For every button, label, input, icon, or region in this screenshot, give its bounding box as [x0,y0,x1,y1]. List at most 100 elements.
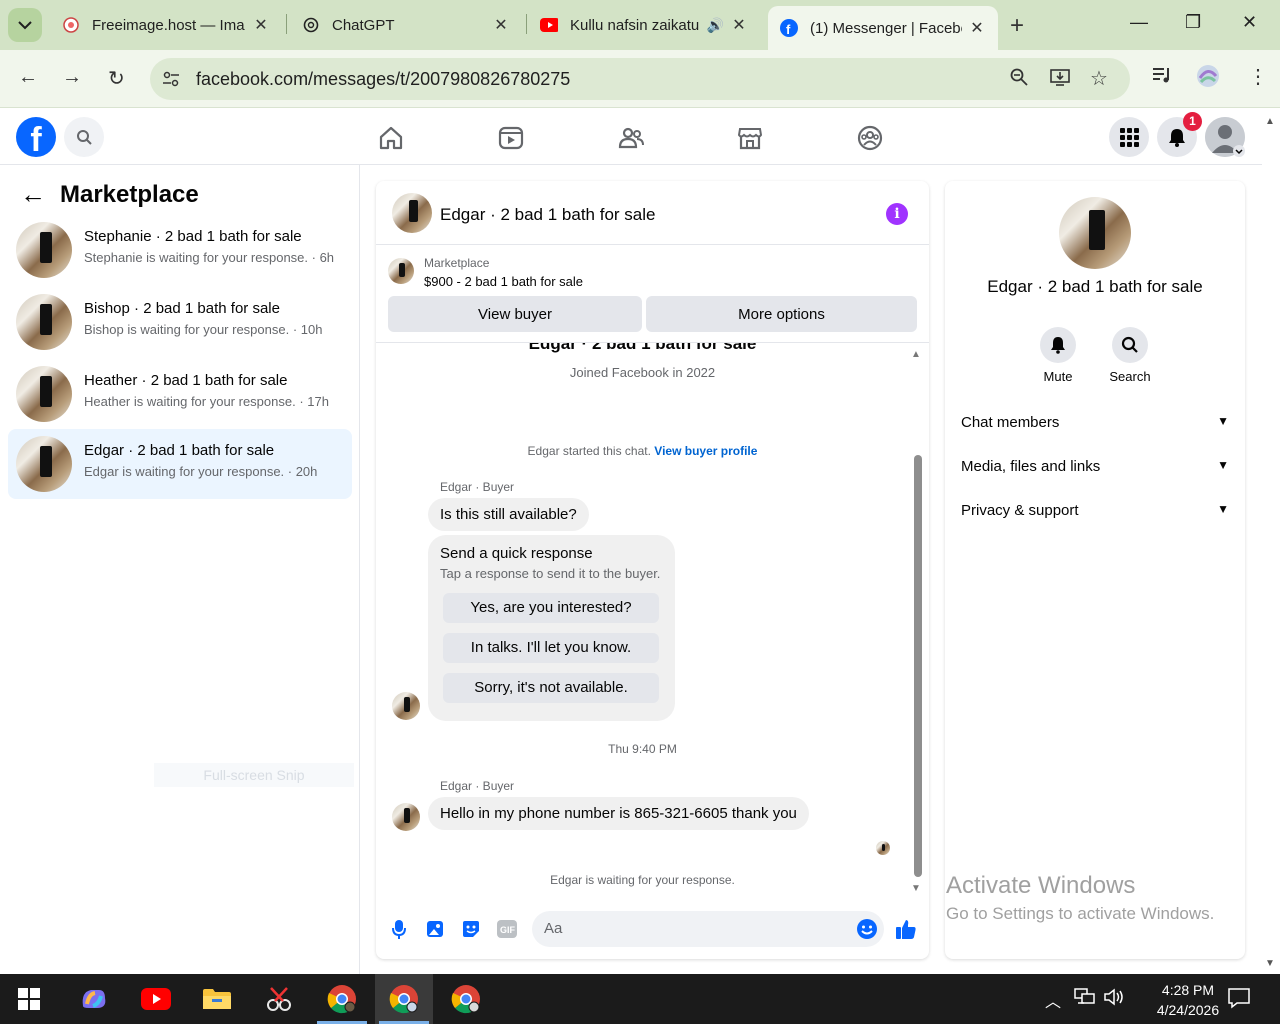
mute-action[interactable]: Mute [1028,327,1088,384]
speaker-icon[interactable]: 🔊 [707,17,724,34]
marketplace-icon[interactable] [737,125,763,151]
info-icon[interactable]: i [886,203,908,225]
view-buyer-profile-link[interactable]: View buyer profile [654,444,757,458]
activate-windows-watermark: Activate Windows Go to Settings to activ… [946,872,1214,924]
restore-icon[interactable]: ❐ [1185,12,1201,33]
privacy-support-row[interactable]: Privacy & support ▼ [961,502,1229,526]
svg-text:GIF: GIF [500,925,516,935]
emoji-icon[interactable] [856,918,878,945]
media-files-links-row[interactable]: Media, files and links ▼ [961,458,1229,482]
tab-freeimage[interactable]: Freeimage.host — Ima ✕ [50,6,282,44]
page-scroll-up-arrow[interactable]: ▲ [1265,116,1275,127]
gif-icon[interactable]: GIF [496,918,518,940]
facebook-search-button[interactable] [64,117,104,157]
zoom-icon[interactable] [1010,68,1028,91]
conversation-item[interactable]: Heather · 2 bad 1 bath for sale Heather … [8,359,352,429]
view-buyer-button[interactable]: View buyer [388,296,642,332]
windows-taskbar: ︿ 4:28 PM 4/24/2026 [0,974,1280,1024]
file-explorer-app[interactable] [188,974,246,1024]
more-options-button[interactable]: More options [646,296,917,332]
listing-price[interactable]: $900 - 2 bad 1 bath for sale [424,274,583,289]
search-icon [1112,327,1148,363]
page-scroll-down-arrow[interactable]: ▼ [1265,958,1275,969]
close-tab-icon[interactable]: ✕ [492,15,510,35]
snipping-tool-app[interactable] [250,974,308,1024]
youtube-app[interactable] [127,974,185,1024]
tab-search-button[interactable] [8,8,42,42]
sender-avatar[interactable] [392,803,420,831]
address-bar[interactable]: facebook.com/messages/t/2007980826780275… [150,58,1130,100]
chat-avatar[interactable] [392,193,432,233]
groups-icon[interactable] [857,125,883,151]
new-tab-button[interactable]: + [1010,12,1024,40]
joined-info: Joined Facebook in 2022 [569,365,716,380]
scroll-up-arrow[interactable]: ▲ [911,349,921,360]
close-tab-icon[interactable]: ✕ [968,18,986,38]
chat-title[interactable]: Edgar · 2 bad 1 bath for sale [440,205,655,225]
menu-button[interactable] [1109,117,1149,157]
conversation-item-selected[interactable]: Edgar · 2 bad 1 bath for sale Edgar is w… [8,429,352,499]
back-arrow-icon[interactable]: ← [18,66,38,89]
facebook-header: f [0,109,1262,165]
tab-youtube[interactable]: Kullu nafsin zaikatu 🔊 ✕ [528,6,760,44]
conversation-item[interactable]: Stephanie · 2 bad 1 bath for sale Stepha… [8,215,352,285]
browser-menu-icon[interactable]: ⋮ [1248,64,1268,89]
start-button[interactable] [0,974,58,1024]
tab-messenger[interactable]: f (1) Messenger | Facebo ✕ [768,6,998,50]
minimize-icon[interactable]: — [1130,12,1148,33]
conversation-name: Stephanie · 2 bad 1 bath for sale [84,228,302,245]
listing-thumbnail[interactable] [388,258,414,284]
quick-response-button[interactable]: Sorry, it's not available. [443,673,659,703]
conversation-item[interactable]: Bishop · 2 bad 1 bath for sale Bishop is… [8,287,352,357]
media-controls-icon[interactable] [1152,66,1172,89]
listing-avatar-large[interactable] [1059,197,1131,269]
bookmark-star-icon[interactable]: ☆ [1090,66,1108,91]
tab-chatgpt[interactable]: ChatGPT ✕ [290,6,522,44]
watermark-line-1: Activate Windows [946,872,1136,899]
profile-avatar-icon[interactable] [1196,64,1220,93]
message-input[interactable]: Aa [532,911,884,947]
search-action[interactable]: Search [1100,327,1160,384]
sender-avatar[interactable] [392,692,420,720]
quick-response-button[interactable]: Yes, are you interested? [443,593,659,623]
video-icon[interactable] [498,125,524,151]
svg-text:f: f [786,22,791,37]
photo-icon[interactable] [424,918,446,940]
install-app-icon[interactable] [1050,68,1070,91]
forward-arrow-icon[interactable]: → [62,66,82,89]
panel-title: Marketplace [60,180,199,208]
copilot-app[interactable] [65,974,123,1024]
scroll-down-arrow[interactable]: ▼ [911,883,921,894]
thumbs-up-icon[interactable] [895,918,917,940]
quick-response-title: Send a quick response [440,545,593,562]
network-icon[interactable] [1074,988,1096,1011]
quick-response-button[interactable]: In talks. I'll let you know. [443,633,659,663]
chrome-icon [389,985,418,1014]
reload-icon[interactable]: ↻ [108,66,125,91]
browser-tabstrip: Freeimage.host — Ima ✕ ChatGPT ✕ Kullu n… [0,0,1280,50]
conversation-info-panel: Edgar · 2 bad 1 bath for sale Mute Searc… [945,181,1245,959]
notification-center-icon[interactable] [1228,987,1250,1014]
site-settings-icon[interactable] [162,70,180,88]
sticker-icon[interactable] [460,918,482,940]
volume-icon[interactable] [1104,988,1126,1011]
chat-members-row[interactable]: Chat members ▼ [961,414,1229,438]
back-arrow-icon[interactable]: ← [20,179,46,210]
account-button[interactable] [1205,117,1245,157]
close-window-icon[interactable]: ✕ [1242,12,1257,33]
home-icon[interactable] [378,125,404,151]
chrome-app-2[interactable] [437,974,495,1024]
mute-label: Mute [1043,369,1073,384]
scrollbar-thumb[interactable] [914,455,922,877]
snip-tooltip-ghost: Full-screen Snip [154,763,354,787]
close-tab-icon[interactable]: ✕ [730,15,748,35]
friends-icon[interactable] [618,125,644,151]
chrome-app[interactable] [313,974,371,1024]
chevron-up-icon[interactable]: ︿ [1045,988,1061,1012]
chrome-icon [327,985,356,1014]
microphone-icon[interactable] [388,918,410,940]
chrome-app-active[interactable] [375,974,433,1024]
system-clock[interactable]: 4:28 PM 4/24/2026 [1156,980,1220,1020]
facebook-logo-icon[interactable]: f [16,117,56,157]
close-tab-icon[interactable]: ✕ [252,15,270,35]
